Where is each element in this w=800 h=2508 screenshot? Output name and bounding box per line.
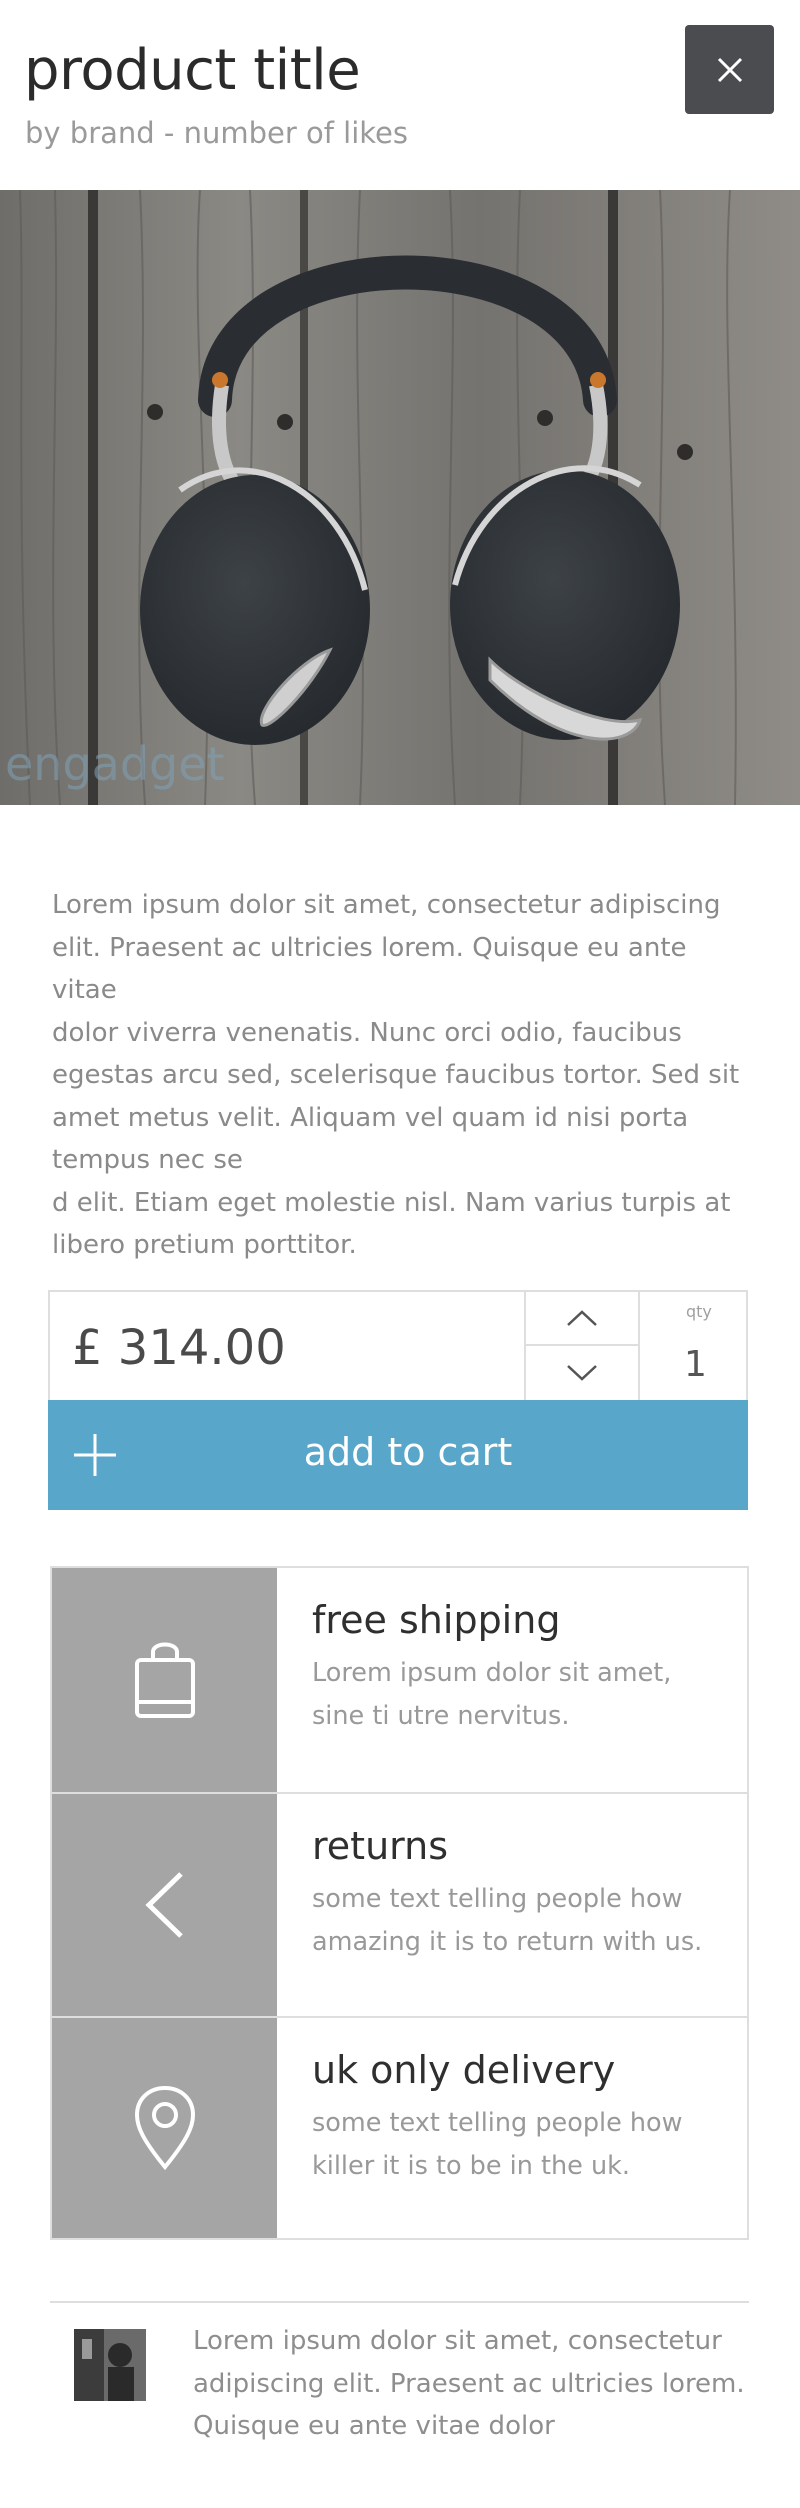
feature-text: some text telling people how amazing it … [312,1878,732,1964]
avatar [74,2329,146,2401]
review-line: Lorem ipsum dolor sit amet, consectetur [193,2326,722,2356]
feature-free-shipping: free shipping Lorem ipsum dolor sit amet… [52,1568,747,1794]
description-line: libero pretium porttitor. [52,1230,357,1260]
description-line: elit. Praesent ac ultricies lorem. Quisq… [52,932,687,1006]
feature-icon-box [52,2018,277,2238]
quantity-stepper [524,1292,640,1400]
description-line: egestas arcu sed, scelerisque faucibus t… [52,1060,740,1090]
description-line: Lorem ipsum dolor sit amet, consectetur … [52,890,721,920]
feature-text-line: Lorem ipsum dolor sit amet, [312,1658,672,1688]
close-icon [717,57,742,82]
chevron-down-icon [567,1365,597,1381]
review-line: Quisque eu ante vitae dolor [193,2411,555,2441]
feature-text: Lorem ipsum dolor sit amet, sine ti utre… [312,1652,732,1738]
add-to-cart-label: add to cart [303,1430,513,1474]
feature-icon-box [52,1568,277,1792]
description-line: amet metus velit. Aliquam vel quam id ni… [52,1102,689,1133]
add-to-cart-button[interactable]: add to cart [48,1400,748,1510]
review-line: adipiscing elit. Praesent ac ultricies l… [193,2368,745,2399]
description-line: tempus nec se [52,1145,243,1175]
feature-icon-box [52,1794,277,2016]
feature-title: free shipping [312,1598,561,1642]
shopping-bag-icon [134,1642,195,1718]
qty-label: qty [686,1302,712,1321]
product-subtitle: by brand - number of likes [25,116,408,150]
qty-input[interactable]: 1 [684,1344,707,1385]
watermark-text: engadget [5,737,225,791]
feature-text-line: some text telling people how [312,2108,683,2138]
product-description: Lorem ipsum dolor sit amet, consectetur … [52,884,752,1267]
chevron-left-icon [144,1872,183,1938]
product-header: product title by brand - number of likes [0,0,800,190]
features-list: free shipping Lorem ipsum dolor sit amet… [50,1566,749,2240]
chevron-up-icon [567,1310,597,1326]
feature-returns: returns some text telling people how ama… [52,1794,747,2018]
quantity-increase-button[interactable] [526,1292,638,1346]
map-pin-icon [134,2085,195,2171]
feature-text-line: amazing it is to return with us. [312,1927,703,1957]
feature-title: returns [312,1824,448,1868]
feature-text: some text telling people how killer it i… [312,2102,732,2188]
close-button[interactable] [685,25,774,114]
review-text: Lorem ipsum dolor sit amet, consectetur … [193,2320,753,2448]
description-line: dolor viverra venenatis. Nunc orci odio,… [52,1017,682,1048]
price: £ 314.00 [72,1320,286,1376]
feature-text-line: killer it is to be in the uk. [312,2151,630,2181]
feature-uk-delivery: uk only delivery some text telling peopl… [52,2018,747,2238]
divider [50,2301,749,2303]
page-title: product title [24,38,361,103]
description-line: d elit. Etiam eget molestie nisl. Nam va… [52,1187,731,1218]
quantity-decrease-button[interactable] [526,1346,638,1400]
feature-text-line: some text telling people how [312,1884,683,1914]
product-image: engadget [0,190,800,805]
feature-text-line: sine ti utre nervitus. [312,1701,570,1731]
price-quantity-box: £ 314.00 qty 1 [48,1290,748,1402]
feature-title: uk only delivery [312,2048,616,2092]
